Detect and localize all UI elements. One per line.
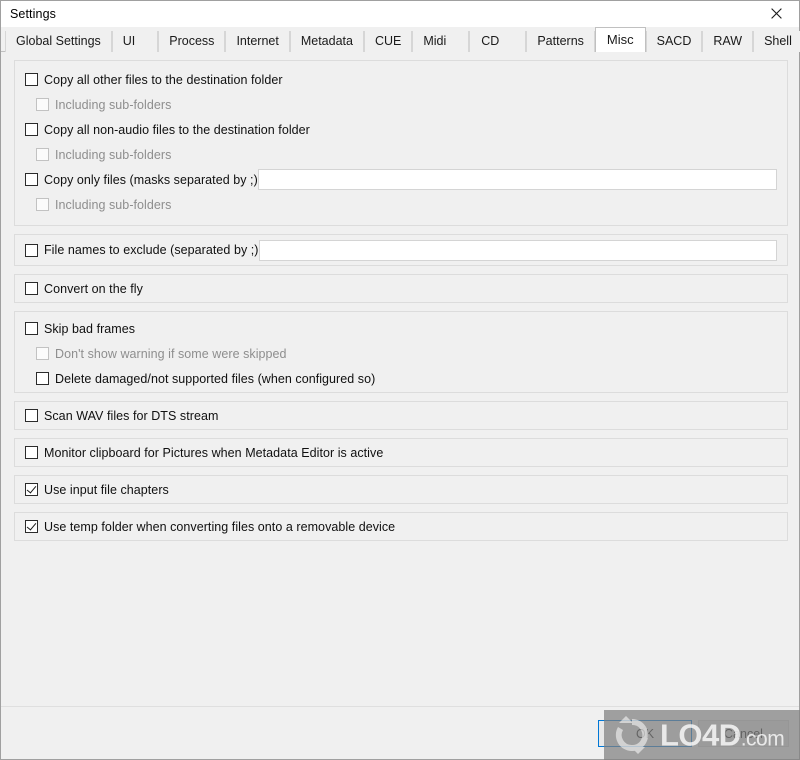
tab-global-settings[interactable]: Global Settings [5,31,112,52]
tab-shell[interactable]: Shell [753,31,800,52]
label-copy-only-files: Copy only files (masks separated by ;) [44,172,258,187]
tab-misc[interactable]: Misc [594,27,646,52]
copy-only-files-masks-input[interactable] [257,169,777,190]
label-copy-only-files-subfolders: Including sub-folders [55,197,172,212]
tab-cue[interactable]: CUE [363,31,413,52]
convert-group: Convert on the fly [14,274,788,303]
clipboard-group: Monitor clipboard for Pictures when Meta… [14,438,788,467]
row-dont-show-warning[interactable]: Don't show warning if some were skipped [15,341,787,366]
label-scan-wav-dts: Scan WAV files for DTS stream [44,408,219,423]
checkbox-skip-bad-frames[interactable] [25,322,38,335]
row-scan-wav-dts[interactable]: Scan WAV files for DTS stream [15,402,787,429]
label-use-temp-folder: Use temp folder when converting files on… [44,519,396,534]
checkbox-convert-on-the-fly[interactable] [25,282,38,295]
copy-files-group: Copy all other files to the destination … [14,60,788,226]
tab-process[interactable]: Process [158,31,226,52]
tab-metadata[interactable]: Metadata [289,31,364,52]
checkbox-file-names-to-exclude[interactable] [25,243,38,257]
checkbox-monitor-clipboard[interactable] [25,446,38,459]
title-bar: Settings [1,1,799,27]
close-icon[interactable] [753,1,799,25]
row-file-names-to-exclude[interactable]: File names to exclude (separated by ;) [15,235,787,265]
bad-frames-group: Skip bad frames Don't show warning if so… [14,311,788,393]
label-monitor-clipboard: Monitor clipboard for Pictures when Meta… [44,445,384,460]
tab-patterns[interactable]: Patterns [526,31,595,52]
dialog-button-bar: OK Cancel [1,706,799,759]
chapters-group: Use input file chapters [14,475,788,504]
label-dont-show-warning: Don't show warning if some were skipped [55,346,287,361]
settings-window: Settings Global Settings UI Process Inte… [0,0,800,760]
label-copy-all-other-files-subfolders: Including sub-folders [55,97,172,112]
tab-bar: Global Settings UI Process Internet Meta… [1,27,800,52]
cancel-button[interactable]: Cancel [698,720,789,747]
tab-raw[interactable]: RAW [702,31,754,52]
tab-internet[interactable]: Internet [225,31,290,52]
label-delete-damaged-files: Delete damaged/not supported files (when… [55,371,376,386]
row-delete-damaged-files[interactable]: Delete damaged/not supported files (when… [15,366,787,391]
checkbox-use-input-file-chapters[interactable] [25,483,38,496]
label-convert-on-the-fly: Convert on the fly [44,281,143,296]
checkbox-delete-damaged-files[interactable] [36,372,49,385]
label-file-names-to-exclude: File names to exclude (separated by ;) [44,243,259,257]
row-copy-only-files-subfolders[interactable]: Including sub-folders [15,192,787,217]
row-copy-only-files[interactable]: Copy only files (masks separated by ;) [15,167,787,192]
dts-group: Scan WAV files for DTS stream [14,401,788,430]
tab-cd[interactable]: CD [469,31,527,52]
label-skip-bad-frames: Skip bad frames [44,321,136,336]
label-copy-all-non-audio-files: Copy all non-audio files to the destinat… [44,122,310,137]
file-names-to-exclude-input[interactable] [258,239,777,261]
ok-button[interactable]: OK [598,720,692,747]
checkbox-copy-only-files-subfolders[interactable] [36,198,49,211]
exclude-group: File names to exclude (separated by ;) [14,234,788,266]
tab-ui[interactable]: UI [111,31,159,52]
label-use-input-file-chapters: Use input file chapters [44,482,169,497]
temp-folder-group: Use temp folder when converting files on… [14,512,788,541]
checkbox-dont-show-warning[interactable] [36,347,49,360]
row-use-temp-folder[interactable]: Use temp folder when converting files on… [15,513,787,540]
row-convert-on-the-fly[interactable]: Convert on the fly [15,275,787,302]
checkbox-copy-all-other-files-subfolders[interactable] [36,98,49,111]
misc-settings-page: Copy all other files to the destination … [1,52,799,706]
checkbox-use-temp-folder[interactable] [25,520,38,533]
label-copy-all-other-files: Copy all other files to the destination … [44,72,283,87]
checkbox-copy-only-files[interactable] [25,173,38,186]
row-skip-bad-frames[interactable]: Skip bad frames [15,316,787,341]
row-monitor-clipboard[interactable]: Monitor clipboard for Pictures when Meta… [15,439,787,466]
checkbox-copy-all-other-files[interactable] [25,73,38,86]
window-title: Settings [10,6,56,21]
tab-midi[interactable]: Midi [412,31,470,52]
row-copy-all-other-files-subfolders[interactable]: Including sub-folders [15,92,787,117]
label-copy-all-non-audio-files-subfolders: Including sub-folders [55,147,172,162]
checkbox-copy-all-non-audio-files-subfolders[interactable] [36,148,49,161]
row-copy-all-non-audio-files[interactable]: Copy all non-audio files to the destinat… [15,117,787,142]
checkbox-scan-wav-dts[interactable] [25,409,38,422]
row-copy-all-other-files[interactable]: Copy all other files to the destination … [15,67,787,92]
checkbox-copy-all-non-audio-files[interactable] [25,123,38,136]
tab-sacd[interactable]: SACD [645,31,703,52]
row-copy-all-non-audio-files-subfolders[interactable]: Including sub-folders [15,142,787,167]
row-use-input-file-chapters[interactable]: Use input file chapters [15,476,787,503]
